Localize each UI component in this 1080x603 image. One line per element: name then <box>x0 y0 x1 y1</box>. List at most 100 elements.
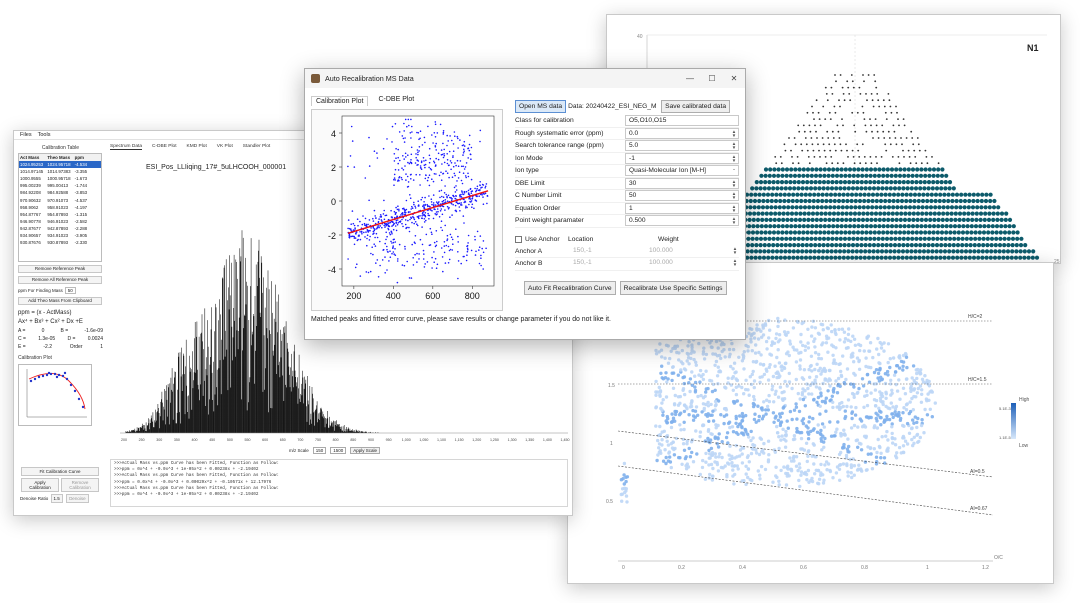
n1-dot <box>909 249 914 254</box>
denoise-ratio-input[interactable]: 1.5 <box>50 494 63 503</box>
add-theo-mass-button[interactable]: Add Theo Mass From Clipboard <box>18 297 102 305</box>
tab-calibration-plot[interactable]: Calibration Plot <box>311 96 369 106</box>
save-calibrated-data-button[interactable]: Save calibrated data <box>661 99 731 113</box>
field-input[interactable]: 0.0 ▲ ▼ <box>625 127 739 139</box>
spin-arrows-icon[interactable]: ▲ ▼ <box>732 259 738 268</box>
use-anchor-checkbox[interactable] <box>515 236 522 243</box>
n1-dot <box>887 192 892 197</box>
fit-calibration-curve-button[interactable]: Fit Calibration Curve <box>21 467 99 476</box>
vk-dot <box>824 460 829 464</box>
table-row[interactable]: 995.00239 995.00413 -1.744 <box>19 182 101 189</box>
table-row[interactable]: 984.92208 984.92588 -3.853 <box>19 189 101 196</box>
table-row[interactable]: 930.87676 930.87893 -2.330 <box>19 239 101 246</box>
tab-c-dbe-plot-dialog[interactable]: C-DBE Plot <box>378 96 414 106</box>
minimize-icon[interactable]: — <box>679 74 701 83</box>
table-row[interactable]: 958.9062 958.91023 -4.197 <box>19 204 101 211</box>
denoise-button[interactable]: Denoise <box>66 494 89 503</box>
calibration-point <box>401 167 403 169</box>
maximize-icon[interactable]: ☐ <box>701 74 723 83</box>
calibration-point <box>452 150 455 152</box>
vk-dot <box>891 356 896 360</box>
remove-reference-peak-button[interactable]: Remove Reference Peak <box>18 265 102 273</box>
open-ms-data-button[interactable]: Open MS data <box>515 99 567 113</box>
vk-dot <box>770 387 774 392</box>
apply-calibration-button[interactable]: Apply Calibration <box>21 478 59 492</box>
n1-dot <box>930 249 935 254</box>
table-row[interactable]: 934.90657 934.91023 -3.905 <box>19 232 101 239</box>
table-row[interactable]: 1000.9555 1000.95718 -1.673 <box>19 175 101 182</box>
n1-dot <box>771 230 777 235</box>
field-input[interactable]: Quasi-Molecular Ion [M-H] ⌄ <box>625 165 739 177</box>
n1-dot <box>814 224 819 229</box>
table-cell: 984.92208 <box>20 190 41 196</box>
table-row[interactable]: 970.90632 970.91073 -4.537 <box>19 197 101 204</box>
vk-dot <box>880 435 884 439</box>
calibration-point <box>457 277 459 280</box>
mz-scale-from-input[interactable]: 150 <box>312 447 327 454</box>
field-input[interactable]: 50 ▲ ▼ <box>625 190 739 202</box>
table-row[interactable]: 1014.97145 1014.97383 -3.355 <box>19 168 101 175</box>
mz-scale-to-input[interactable]: 1500 <box>330 447 347 454</box>
n1-dot <box>971 255 977 260</box>
dropdown-arrow-icon[interactable]: ⌄ <box>731 167 737 175</box>
tab-c-dbe-plot[interactable]: C-DBE Plot <box>152 144 177 150</box>
calibration-point <box>479 140 481 143</box>
n1-dot <box>962 211 967 216</box>
vk-dot <box>888 365 892 370</box>
anchor-b-weight-input[interactable]: 100.000 ▲ ▼ <box>646 258 739 270</box>
spin-arrows-icon[interactable]: ▲ ▼ <box>731 129 737 138</box>
spin-arrows-icon[interactable]: ▲ ▼ <box>731 217 737 226</box>
apply-scale-button[interactable]: Apply Scale <box>350 447 381 454</box>
vk-dot <box>722 421 726 426</box>
table-row[interactable]: 954.87767 954.87893 -1.315 <box>19 211 101 218</box>
spin-arrows-icon[interactable]: ▲ ▼ <box>731 192 737 201</box>
n1-dot <box>865 205 871 210</box>
field-input[interactable]: 1 ▲ ▼ <box>625 202 739 214</box>
table-row[interactable]: 1024.95253 1024.95718 -4.534 <box>19 161 101 169</box>
anchor-a-weight-input[interactable]: 100.000 ▲ ▼ <box>646 245 739 257</box>
vk-dot <box>853 413 858 417</box>
output-log: >>>Actual Mass vs.ppm Curve has been Fit… <box>110 459 568 507</box>
vk-dot <box>915 420 919 425</box>
anchor-b-location-input[interactable]: 150,-1 <box>570 258 646 270</box>
tab-standler-plot[interactable]: Standler Plot <box>243 144 270 150</box>
anchor-a-location-input[interactable]: 150,-1 <box>570 245 646 257</box>
remove-calibration-button[interactable]: Remove Calibration <box>61 478 99 492</box>
field-input[interactable]: 0.500 ▲ ▼ <box>625 215 739 227</box>
vk-dot <box>802 448 807 452</box>
table-row[interactable]: 942.87677 942.87893 -2.288 <box>19 225 101 232</box>
spin-arrows-icon[interactable]: ▲ ▼ <box>731 154 737 163</box>
calibration-point <box>372 253 374 256</box>
calibration-point <box>446 238 449 240</box>
field-input[interactable]: O5,O10,O15 <box>625 115 739 127</box>
field-input[interactable]: -1 ▲ ▼ <box>625 152 739 164</box>
tab-spectrum-data[interactable]: Spectrum Data <box>110 144 142 150</box>
tab-vk-plot[interactable]: VK Plot <box>217 144 233 150</box>
n1-dot <box>821 249 826 254</box>
vk-y-tick: 0.5 <box>606 499 613 505</box>
spin-arrows-icon[interactable]: ▲ ▼ <box>731 142 737 151</box>
n1-dot <box>918 180 923 185</box>
spin-arrows-icon[interactable]: ▲ ▼ <box>731 179 737 188</box>
calibration-point <box>443 153 445 155</box>
n1-dot <box>799 192 804 197</box>
field-input[interactable]: 5.0 ▲ ▼ <box>625 140 739 152</box>
vk-dot <box>779 420 784 424</box>
calibration-table[interactable]: Act Mass Theo Mass ppm 1024.95253 1024.95718… <box>18 153 102 262</box>
tab-kmd-plot[interactable]: KMD Plot <box>187 144 207 150</box>
menu-files[interactable]: Files <box>20 132 32 138</box>
table-row[interactable]: 946.90778 946.91023 -2.582 <box>19 218 101 225</box>
ppm-finding-input[interactable]: 50 <box>64 287 76 294</box>
field-input[interactable]: 30 ▲ ▼ <box>625 177 739 189</box>
n1-dot <box>914 156 917 158</box>
menu-tools[interactable]: Tools <box>38 132 51 138</box>
close-icon[interactable]: ✕ <box>723 74 745 83</box>
remove-all-reference-peak-button[interactable]: Remove All Reference Peak <box>18 276 102 284</box>
recalibrate-specific-settings-button[interactable]: Recalibrate Use Specific Settings <box>619 280 727 295</box>
spin-arrows-icon[interactable]: ▲ ▼ <box>731 204 737 213</box>
anchor-a-label: Anchor A <box>515 247 543 255</box>
auto-fit-recalibration-button[interactable]: Auto Fit Recalibration Curve <box>524 280 616 295</box>
spin-arrows-icon[interactable]: ▲ ▼ <box>732 246 738 255</box>
n1-dot <box>750 186 755 191</box>
calibration-point <box>482 203 485 205</box>
